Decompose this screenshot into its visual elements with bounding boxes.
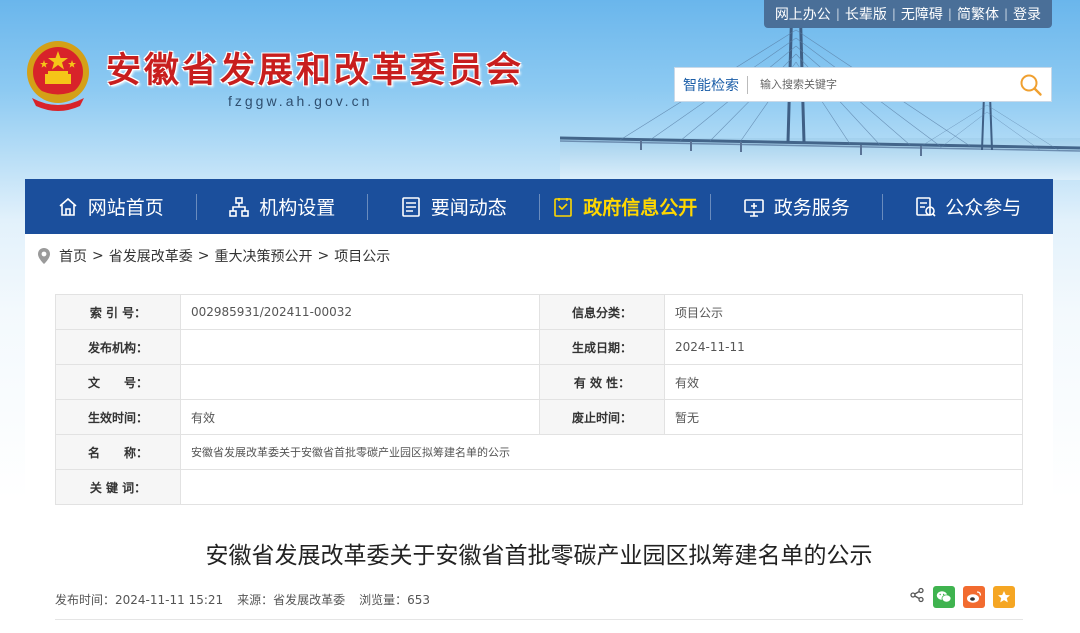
field-value: 项目公示: [664, 294, 1023, 330]
view-count: 浏览量：653: [359, 593, 431, 607]
nav-item-label: 要闻动态: [430, 197, 507, 219]
table-row: 文 号： 有 效 性： 有效: [55, 364, 1023, 400]
org-icon: [228, 196, 250, 218]
breadcrumb-home[interactable]: 首页: [59, 246, 87, 266]
search-icon[interactable]: [1011, 68, 1051, 102]
breadcrumb-commission[interactable]: 省发展改革委: [109, 246, 193, 266]
location-pin-icon: [37, 247, 51, 265]
favorite-star-icon[interactable]: [993, 586, 1015, 608]
nav-item-label: 公众参与: [945, 197, 1022, 219]
field-value: 002985931/202411-00032: [180, 294, 540, 330]
nav-item-gov-info-open[interactable]: 政府信息公开: [540, 179, 711, 234]
field-label: 有 效 性：: [539, 364, 665, 400]
field-value: 有效: [664, 364, 1023, 400]
national-emblem-icon: [27, 41, 89, 111]
site-title: 安徽省发展和改革委员会: [106, 51, 525, 91]
article-meta: 发布时间：2024-11-11 15:21 来源：省发展改革委 浏览量：653: [55, 591, 430, 608]
field-label: 生效时间：: [55, 399, 181, 435]
news-icon: [400, 196, 422, 218]
field-value: 2024-11-11: [664, 329, 1023, 365]
top-links-bar: 网上办公 | 长辈版 | 无障碍 | 简繁体 | 登录: [763, 0, 1052, 28]
nav-item-organization[interactable]: 机构设置: [197, 179, 368, 234]
nav-item-label: 政务服务: [773, 197, 850, 219]
search-label[interactable]: 智能检索: [675, 75, 747, 95]
main-nav: 网站首页 机构设置 要闻动态 政府信息公开 政务服务 公众参与: [25, 179, 1053, 234]
search-input[interactable]: [748, 69, 1011, 100]
search-box: 智能检索: [674, 67, 1052, 102]
field-value: [180, 364, 540, 400]
field-value: [180, 469, 1023, 505]
breadcrumb-separator: >: [317, 248, 330, 264]
site-domain: fzggw.ah.gov.cn: [228, 93, 373, 109]
table-row: 名 称： 安徽省发展改革委关于安徽省首批零碳产业园区拟筹建名单的公示: [55, 434, 1023, 470]
participate-icon: [914, 196, 936, 218]
field-label: 废止时间：: [539, 399, 665, 435]
breadcrumb-major-decision[interactable]: 重大决策预公开: [214, 246, 312, 266]
field-label: 索 引 号：: [55, 294, 181, 330]
content-divider: [55, 619, 1023, 620]
field-label: 关 键 词：: [55, 469, 181, 505]
table-row: 生效时间： 有效 废止时间： 暂无: [55, 399, 1023, 435]
article-source: 来源：省发展改革委: [237, 593, 346, 607]
field-value: 安徽省发展改革委关于安徽省首批零碳产业园区拟筹建名单的公示: [180, 434, 1023, 470]
wechat-share-icon[interactable]: [933, 586, 955, 608]
publish-time: 发布时间：2024-11-11 15:21: [55, 593, 224, 607]
field-label: 发布机构：: [55, 329, 181, 365]
field-value: 有效: [180, 399, 540, 435]
breadcrumb-separator: >: [92, 248, 104, 264]
field-value: [180, 329, 540, 365]
field-label: 文 号：: [55, 364, 181, 400]
toplink-online-office[interactable]: 网上办公: [770, 4, 836, 24]
field-label: 生成日期：: [539, 329, 665, 365]
nav-item-label: 政府信息公开: [583, 197, 698, 219]
weibo-share-icon[interactable]: [963, 586, 985, 608]
main-content: 首页 > 省发展改革委 > 重大决策预公开 > 项目公示 索 引 号： 0029…: [25, 234, 1053, 633]
breadcrumb: 首页 > 省发展改革委 > 重大决策预公开 > 项目公示: [37, 246, 390, 266]
toplink-elder-version[interactable]: 长辈版: [840, 4, 892, 24]
article-title: 安徽省发展改革委关于安徽省首批零碳产业园区拟筹建名单的公示: [205, 543, 873, 569]
home-icon: [57, 196, 79, 218]
nav-item-label: 网站首页: [87, 197, 164, 219]
nav-item-news[interactable]: 要闻动态: [368, 179, 539, 234]
nav-item-label: 机构设置: [259, 197, 336, 219]
table-row: 索 引 号： 002985931/202411-00032 信息分类： 项目公示: [55, 294, 1023, 330]
share-bar: [909, 586, 1015, 608]
field-label: 信息分类：: [539, 294, 665, 330]
info-table: 索 引 号： 002985931/202411-00032 信息分类： 项目公示…: [55, 294, 1023, 505]
field-label: 名 称：: [55, 434, 181, 470]
toplink-login[interactable]: 登录: [1008, 4, 1046, 24]
toplink-accessibility[interactable]: 无障碍: [896, 4, 948, 24]
toplink-simplified-traditional[interactable]: 简繁体: [952, 4, 1004, 24]
nav-item-gov-service[interactable]: 政务服务: [711, 179, 882, 234]
field-value: 暂无: [664, 399, 1023, 435]
service-icon: [743, 196, 765, 218]
nav-item-home[interactable]: 网站首页: [25, 179, 196, 234]
share-icon[interactable]: [909, 587, 925, 607]
table-row: 发布机构： 生成日期： 2024-11-11: [55, 329, 1023, 365]
nav-item-public-participation[interactable]: 公众参与: [883, 179, 1054, 234]
breadcrumb-project-notice[interactable]: 项目公示: [334, 246, 390, 266]
breadcrumb-separator: >: [197, 248, 210, 264]
info-open-icon: [552, 196, 574, 218]
table-row: 关 键 词：: [55, 469, 1023, 505]
